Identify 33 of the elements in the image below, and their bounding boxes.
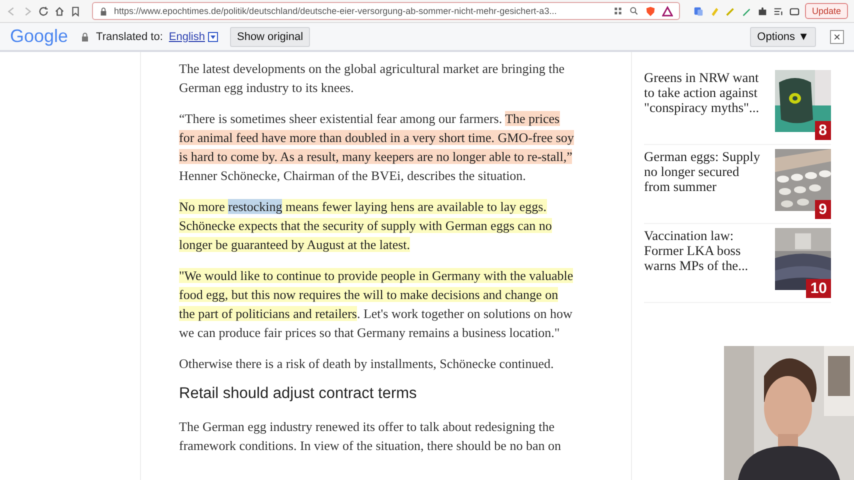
close-button[interactable]: ×: [830, 30, 844, 44]
translated-to-label: Translated to:: [96, 30, 163, 42]
rank-badge: 9: [814, 200, 831, 219]
lock-icon: [80, 32, 90, 42]
playlist-icon[interactable]: [772, 6, 784, 16]
bookmark-icon[interactable]: [70, 6, 81, 16]
article-paragraph: No more restocking means fewer laying hens are available to lay eggs. Schönecke expects that the security of supply with German eggs can no longer be guaranteed by August at the latest.: [179, 198, 553, 254]
translate-icon[interactable]: [692, 6, 704, 16]
article-paragraph: The latest developments on the global agricultural market are bringing the German egg industry to its knees.: [179, 60, 566, 97]
triangle-icon[interactable]: [662, 6, 673, 16]
zoom-icon[interactable]: [628, 6, 639, 16]
article-paragraph: “There is sometimes sheer existential fear among our farmers. The prices for animal feed have more than doubled in a very short time. GMO-free soy is hard to come by. As a result, many keepers are no longer able to re-stall,” Henner Schönecke, Chairman of the BVEi, describes the situation.: [179, 110, 575, 185]
rank-badge: 10: [806, 279, 831, 298]
headline-link[interactable]: Greens in NRW want to take action against "conspiracy myths"...: [644, 70, 765, 115]
headline-link[interactable]: German eggs: Supply no longer secured from summer: [644, 149, 765, 194]
section-heading: Retail should adjust contract terms: [179, 385, 418, 403]
home-icon[interactable]: [54, 6, 65, 16]
article-paragraph: Otherwise there is a risk of death by installments, Schönecke continued.: [179, 355, 555, 373]
shield-icon[interactable]: [644, 6, 656, 16]
address-bar[interactable]: https://www.epochtimes.de/politik/deutschland/deutsche-eier-versorgung-ab-sommer-nicht-mehr-gesichert-a3...: [92, 2, 680, 20]
reload-icon[interactable]: [38, 6, 49, 16]
headline-link[interactable]: Vaccination law: Former LKA boss warns MPs of the...: [644, 228, 765, 273]
qr-code-icon[interactable]: [612, 6, 623, 16]
options-button[interactable]: Options ▼: [750, 26, 816, 46]
lock-icon: [99, 6, 108, 16]
dropdown-icon[interactable]: [208, 32, 218, 42]
google-logo: Google: [10, 26, 68, 47]
update-button[interactable]: Update: [804, 3, 848, 19]
show-original-button[interactable]: Show original: [230, 26, 310, 46]
article-paragraph: The German egg industry renewed its offer to talk about redesigning the framework conditions. In view of the situation, there should be no ban on: [179, 418, 562, 455]
rank-badge: 8: [814, 121, 831, 140]
language-link[interactable]: English: [168, 30, 205, 42]
article-paragraph: "We would like to continue to provide people in Germany with the valuable food egg, but this now requires the will to make decisions and change on the part of politicians and retailers. Let's work together on solutions on how we can produce fair prices so that Germany remains a business location.": [179, 267, 574, 342]
